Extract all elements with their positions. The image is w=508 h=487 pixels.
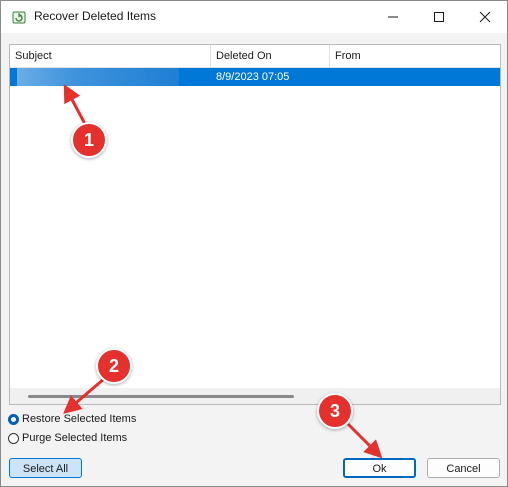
close-button[interactable] xyxy=(462,1,508,33)
cancel-button[interactable]: Cancel xyxy=(427,458,500,478)
column-header-subject[interactable]: Subject xyxy=(10,45,211,67)
select-all-button[interactable]: Select All xyxy=(9,458,82,478)
annotation-badge-2: 2 xyxy=(96,348,132,384)
purge-label: Purge Selected Items xyxy=(22,432,128,444)
deleted-items-list[interactable]: Subject Deleted On From 8/9/2023 07:05 xyxy=(9,44,501,405)
recover-items-icon xyxy=(12,11,26,24)
close-icon xyxy=(479,11,491,23)
column-header-from[interactable]: From xyxy=(330,45,500,67)
recover-deleted-items-dialog: Recover Deleted Items Subject Deleted On… xyxy=(0,0,508,487)
column-header-deleted-on[interactable]: Deleted On xyxy=(211,45,330,67)
minimize-button[interactable] xyxy=(370,1,416,33)
row-subject-cell xyxy=(17,68,179,86)
restore-radio[interactable] xyxy=(8,413,19,425)
window-title: Recover Deleted Items xyxy=(34,9,157,23)
list-header: Subject Deleted On From xyxy=(10,45,500,68)
ok-button[interactable]: Ok xyxy=(343,458,416,478)
maximize-icon xyxy=(434,12,444,22)
annotation-badge-1: 1 xyxy=(71,122,107,158)
minimize-icon xyxy=(388,16,398,18)
horizontal-scrollbar[interactable] xyxy=(10,388,500,404)
restore-label: Restore Selected Items xyxy=(22,413,137,425)
scrollbar-thumb[interactable] xyxy=(28,395,294,398)
row-deleted-on-cell: 8/9/2023 07:05 xyxy=(216,71,290,83)
restore-option[interactable]: Restore Selected Items xyxy=(8,411,136,427)
purge-radio[interactable] xyxy=(8,432,19,444)
list-row[interactable]: 8/9/2023 07:05 xyxy=(10,68,500,86)
annotation-badge-3: 3 xyxy=(317,393,353,429)
maximize-button[interactable] xyxy=(416,1,462,33)
purge-option[interactable]: Purge Selected Items xyxy=(8,430,127,446)
title-bar: Recover Deleted Items xyxy=(1,1,507,33)
